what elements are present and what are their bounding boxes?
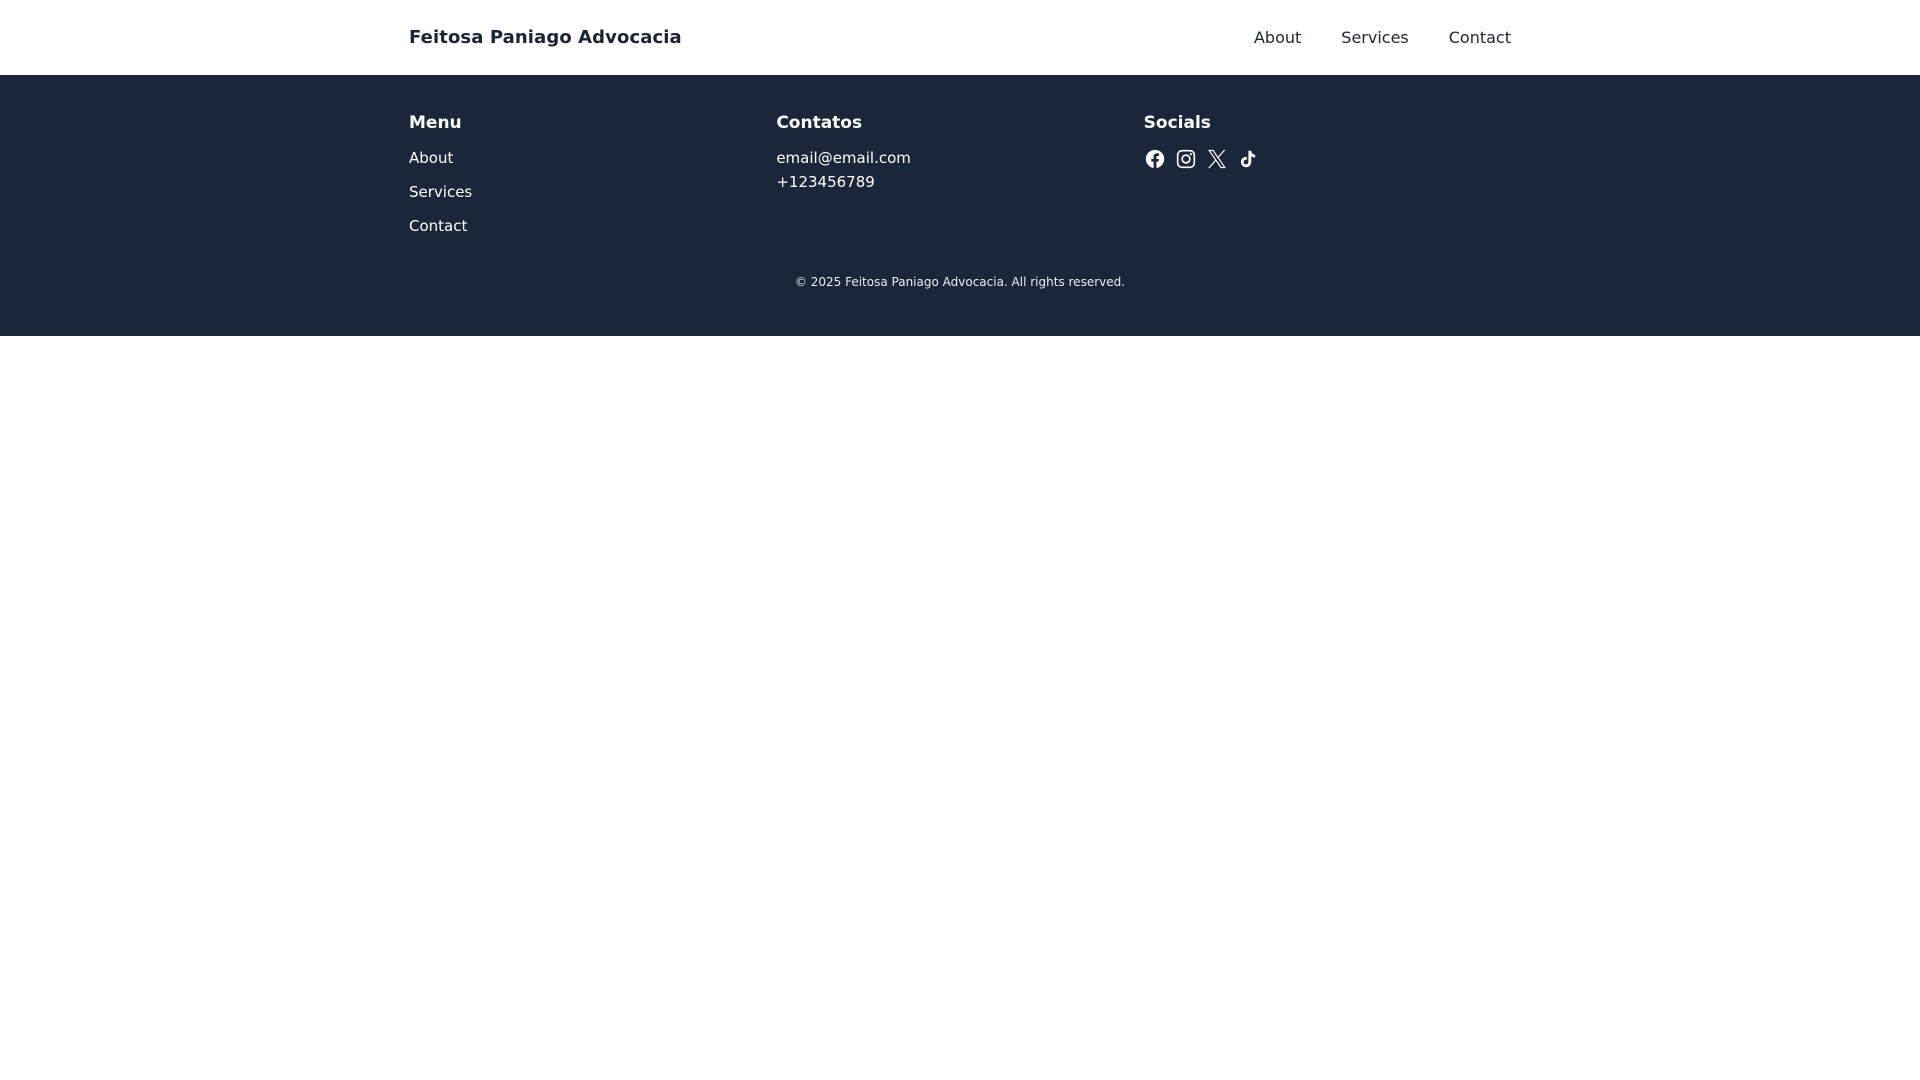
brand-name[interactable]: Feitosa Paniago Advocacia: [409, 27, 682, 48]
footer-link-services[interactable]: Services: [409, 182, 776, 202]
copyright-text: © 2025 Feitosa Paniago Advocacia. All ri…: [794, 275, 1126, 289]
footer-contacts-column: Contatos email@email.com +123456789: [776, 112, 1143, 250]
footer-menu-heading: Menu: [409, 113, 462, 133]
instagram-icon[interactable]: [1175, 148, 1197, 170]
nav-link-about[interactable]: About: [1254, 28, 1301, 47]
x-icon[interactable]: [1206, 148, 1228, 170]
tiktok-icon[interactable]: [1237, 148, 1259, 170]
footer-menu-column: Menu About Services Contact: [409, 112, 776, 250]
contact-phone[interactable]: +123456789: [776, 172, 1143, 192]
footer-socials-column: Socials: [1144, 112, 1511, 250]
footer-menu-links: About Services Contact: [409, 148, 776, 236]
footer-link-about[interactable]: About: [409, 148, 776, 168]
footer-contacts-heading: Contatos: [776, 113, 863, 133]
site-header: Feitosa Paniago Advocacia About Services…: [0, 0, 1920, 75]
social-links: [1144, 148, 1511, 170]
footer-socials-heading: Socials: [1143, 113, 1211, 133]
footer-link-contact[interactable]: Contact: [409, 216, 776, 236]
top-nav: About Services Contact: [1254, 28, 1511, 47]
contact-email[interactable]: email@email.com: [776, 148, 1143, 168]
nav-link-contact[interactable]: Contact: [1449, 28, 1511, 47]
site-footer: Menu About Services Contact Contatos ema…: [0, 75, 1920, 336]
footer-columns: Menu About Services Contact Contatos ema…: [409, 75, 1511, 250]
facebook-icon[interactable]: [1144, 148, 1166, 170]
nav-link-services[interactable]: Services: [1341, 28, 1408, 47]
